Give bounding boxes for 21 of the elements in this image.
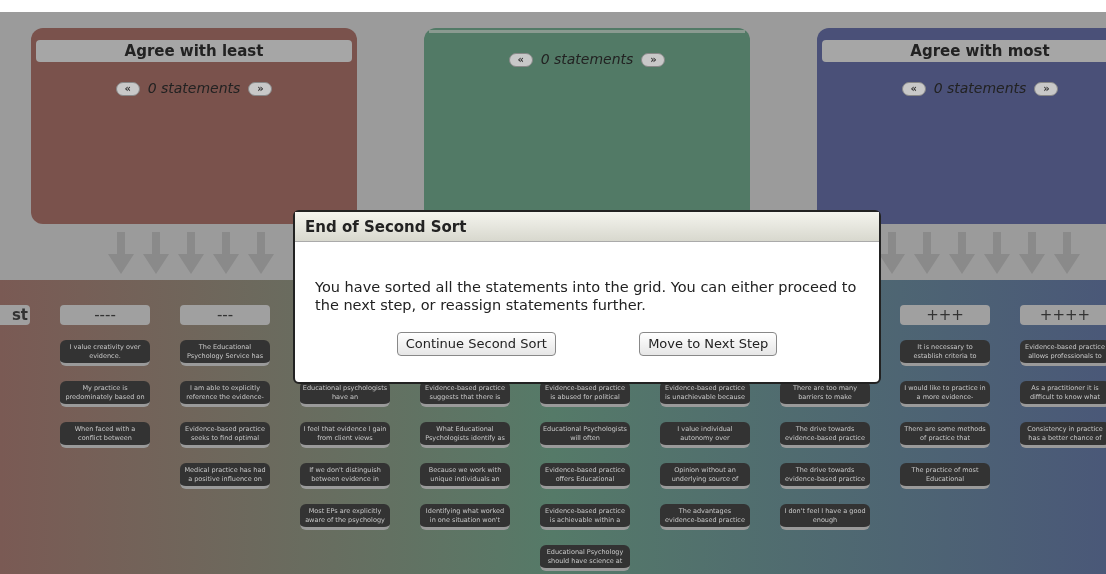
- statement-count: 0 statements: [147, 79, 241, 98]
- column-header: st: [0, 305, 30, 325]
- column-header: ++++: [1020, 305, 1106, 325]
- dialog-message: You have sorted all the statements into the grid. You can either proceed to the next step, or reassign statements further.: [314, 278, 858, 314]
- column-header: ----: [60, 305, 150, 325]
- nav-button[interactable]: «: [115, 81, 140, 96]
- column-header: ---: [180, 305, 270, 325]
- dialog-title: End of Second Sort: [295, 212, 879, 242]
- pile-title: Agree with most: [822, 40, 1106, 62]
- column-header: +++: [900, 305, 990, 325]
- pile-title: Agree with least: [36, 40, 352, 62]
- dialog-button[interactable]: Continue Second Sort: [396, 332, 556, 356]
- nav-button[interactable]: «: [508, 52, 533, 67]
- dialog-button[interactable]: Move to Next Step: [639, 332, 778, 356]
- nav-button[interactable]: »: [641, 52, 666, 67]
- statement-count: 0 statements: [540, 50, 634, 69]
- nav-button[interactable]: «: [901, 81, 926, 96]
- nav-button[interactable]: »: [248, 81, 273, 96]
- statement-count: 0 statements: [933, 79, 1027, 98]
- down-arrow-icon: [879, 232, 905, 274]
- nav-button[interactable]: »: [1034, 81, 1059, 96]
